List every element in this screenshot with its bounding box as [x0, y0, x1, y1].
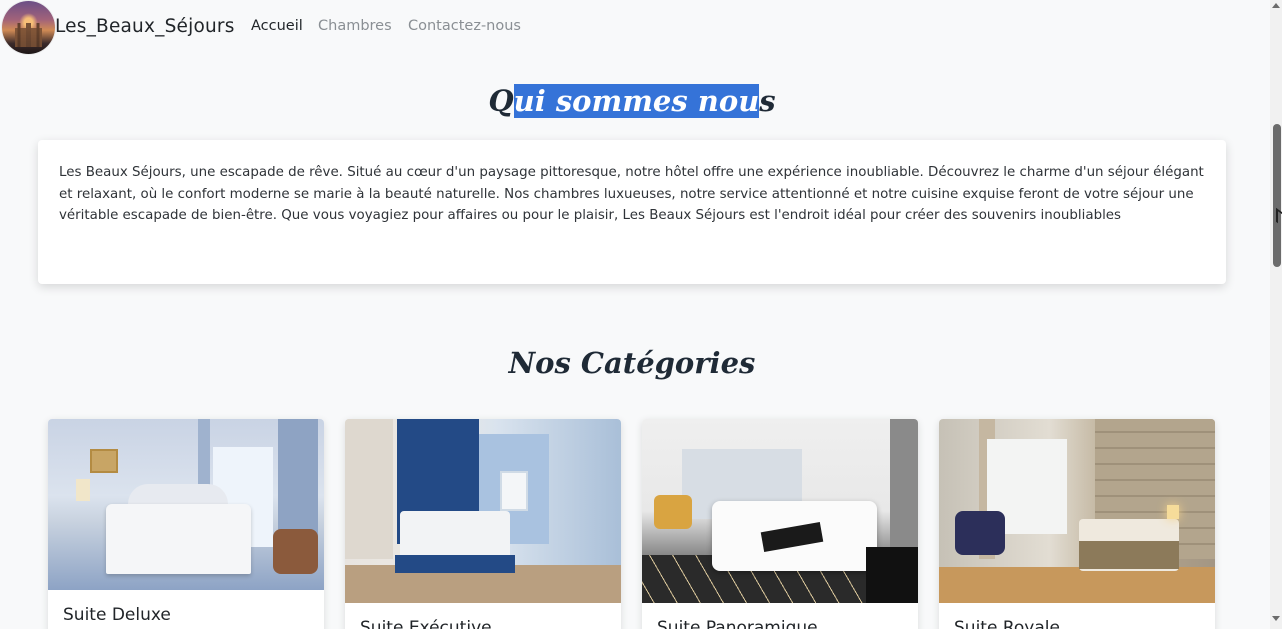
about-title-selected-text: ui sommes nou	[513, 84, 760, 118]
about-title: Qui sommes nous	[0, 84, 1264, 118]
card-title-deluxe[interactable]: Suite Deluxe	[63, 605, 171, 625]
about-title-prefix: Q	[488, 84, 514, 118]
castle-icon	[15, 23, 42, 47]
categories-title: Nos Catégories	[508, 346, 756, 380]
card-title-royale[interactable]: Suite Royale	[954, 618, 1060, 629]
scroll-down-arrow-icon[interactable]	[1272, 616, 1280, 621]
logo-image[interactable]	[2, 1, 55, 54]
room-photo-royale[interactable]	[939, 419, 1215, 603]
about-text: Les Beaux Séjours, une escapade de rêve.…	[59, 165, 1204, 224]
room-photo-deluxe[interactable]	[48, 419, 324, 590]
room-photo-panoramic[interactable]	[642, 419, 918, 603]
card-title-executive[interactable]: Suite Exécutive	[360, 618, 492, 629]
about-title-suffix: s	[759, 84, 776, 118]
card-title-panoramic[interactable]: Suite Panoramique	[657, 618, 818, 629]
nav-link-accueil[interactable]: Accueil	[251, 18, 303, 34]
room-photo-executive[interactable]	[345, 419, 621, 603]
scrollbar-thumb[interactable]	[1273, 124, 1281, 267]
brand-link[interactable]: Les_Beaux_Séjours	[55, 16, 235, 37]
category-card-royale[interactable]: Suite Royale	[939, 419, 1215, 629]
page: Les_Beaux_Séjours Accueil Chambres Conta…	[0, 0, 1282, 629]
nav-link-contact[interactable]: Contactez-nous	[408, 18, 521, 34]
category-card-deluxe[interactable]: Suite Deluxe	[48, 419, 324, 629]
nav-link-chambres[interactable]: Chambres	[318, 18, 392, 34]
scroll-up-arrow-icon[interactable]	[1272, 3, 1280, 8]
navbar: Les_Beaux_Séjours Accueil Chambres Conta…	[0, 0, 1270, 56]
category-card-panoramic[interactable]: Suite Panoramique	[642, 419, 918, 629]
vertical-scrollbar[interactable]	[1270, 0, 1282, 629]
about-card: Les Beaux Séjours, une escapade de rêve.…	[38, 140, 1226, 284]
category-card-executive[interactable]: Suite Exécutive	[345, 419, 621, 629]
